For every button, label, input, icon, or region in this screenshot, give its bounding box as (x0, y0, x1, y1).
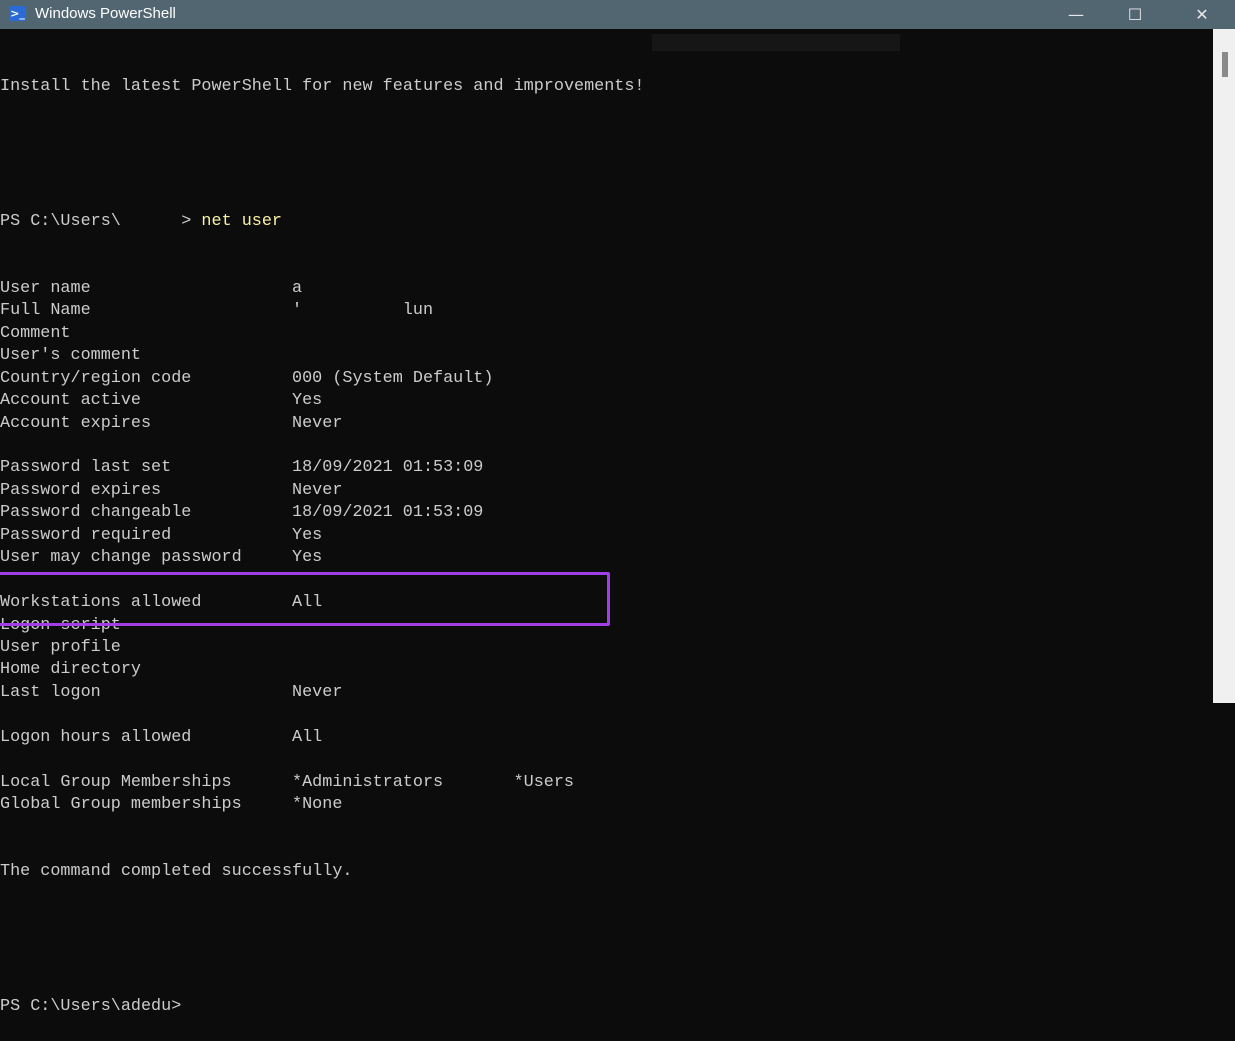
row-value: 18/09/2021 01:53:09 (292, 503, 484, 523)
row-value: Never (292, 413, 343, 433)
output-row: Last logon Never (0, 682, 1213, 704)
title-bar[interactable]: >_ Windows PowerShell — ☐ ✕ (0, 0, 1235, 29)
row-label: Password changeable (0, 503, 192, 523)
row-value: All (292, 727, 323, 747)
command: net user (201, 211, 282, 231)
row-value: Never (292, 480, 343, 500)
row-label: Full Name (0, 301, 91, 321)
row-value: 000 (System Default) (292, 368, 494, 388)
prompt: PS C:\Users\ > (0, 211, 202, 231)
output-row: Password expires Never (0, 480, 1213, 502)
terminal-output[interactable]: Install the latest PowerShell for new fe… (0, 31, 1213, 1041)
output-row: Local Group Memberships *Administrators *… (0, 772, 1213, 794)
row-label: Account active (0, 391, 141, 411)
window-title: Windows PowerShell (35, 5, 176, 22)
close-button[interactable]: ✕ (1179, 0, 1225, 29)
output-row: Home directory (0, 659, 1213, 681)
row-value: a (292, 278, 303, 298)
output-row: User may change password Yes (0, 547, 1213, 569)
row-label: Last logon (0, 682, 101, 702)
row-label: Account expires (0, 413, 152, 433)
row-label: User may change password (0, 548, 242, 568)
row-value: ' lun (292, 301, 434, 321)
banner-line: Install the latest PowerShell for new fe… (0, 76, 645, 96)
output-row: Account expires Never (0, 413, 1213, 435)
minimize-button[interactable]: — (1053, 0, 1099, 29)
row-label: Password expires (0, 480, 162, 500)
row-label: User profile (0, 637, 121, 657)
row-value: Never (292, 682, 343, 702)
row-label: User's comment (0, 346, 141, 366)
row-value: Yes (292, 525, 323, 545)
output-row: Password last set 18/09/2021 01:53:09 (0, 457, 1213, 479)
scrollbar-thumb[interactable] (1222, 52, 1228, 77)
row-label: Country/region code (0, 368, 192, 388)
row-label: Local Group Memberships (0, 772, 232, 792)
row-label: Password last set (0, 458, 172, 478)
row-label: Global Group memberships (0, 795, 242, 814)
maximize-button[interactable]: ☐ (1112, 0, 1158, 29)
prompt-line: PS C:\Users\ > net user (0, 211, 1213, 233)
highlight-box (0, 572, 610, 626)
row-label: Home directory (0, 660, 141, 680)
row-value: 18/09/2021 01:53:09 (292, 458, 484, 478)
prompt-line-current[interactable]: PS C:\Users\adedu> (0, 996, 1213, 1018)
row-label: Comment (0, 323, 71, 343)
output-row: Global Group memberships *None (0, 794, 1213, 816)
row-value: *Administrators *Users (292, 772, 575, 792)
row-label: User name (0, 278, 91, 298)
output-row: Full Name ' lun (0, 300, 1213, 322)
output-row: Password changeable 18/09/2021 01:53:09 (0, 502, 1213, 524)
output-row: Logon hours allowed All (0, 727, 1213, 749)
output-row: User name a (0, 278, 1213, 300)
output-row: Comment (0, 323, 1213, 345)
output-row: Account active Yes (0, 390, 1213, 412)
output-row: User's comment (0, 345, 1213, 367)
row-value: *None (292, 795, 343, 814)
row-label: Password required (0, 525, 172, 545)
powershell-icon: >_ (9, 6, 26, 21)
row-value: Yes (292, 391, 323, 411)
row-label: Logon hours allowed (0, 727, 192, 747)
output-row: Country/region code 000 (System Default) (0, 368, 1213, 390)
row-value: Yes (292, 548, 323, 568)
output-row: User profile (0, 637, 1213, 659)
completion-line: The command completed successfully. (0, 862, 353, 882)
output-row: Password required Yes (0, 525, 1213, 547)
vertical-scrollbar[interactable] (1213, 29, 1235, 703)
